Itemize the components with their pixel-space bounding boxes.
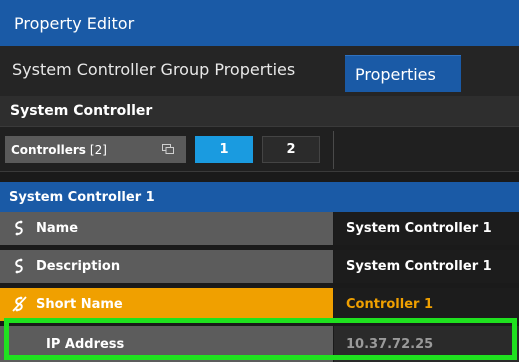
controllers-label[interactable]: Controllers [2] [5, 136, 186, 163]
property-value: 10.37.72.25 [334, 326, 519, 362]
property-row-description[interactable]: Description System Controller 1 [0, 250, 519, 284]
controller-2-button[interactable]: 2 [262, 136, 320, 163]
tab-group-properties[interactable]: System Controller Group Properties [0, 46, 345, 92]
property-label: Description [0, 250, 333, 283]
controllers-row: Controllers [2] 1 2 [0, 126, 519, 172]
property-label-text: Description [36, 259, 121, 274]
panel-title: Property Editor [14, 13, 135, 33]
property-row-name[interactable]: Name System Controller 1 [0, 212, 519, 246]
section-title-label: System Controller [10, 103, 153, 119]
property-value[interactable]: Controller 1 [334, 288, 519, 321]
property-row-ip-address[interactable]: IP Address 10.37.72.25 [0, 326, 519, 362]
property-editor-title: Property Editor [0, 0, 519, 46]
spacer [0, 172, 519, 182]
property-label: Name [0, 212, 333, 245]
property-row-short-name[interactable]: Short Name Controller 1 [0, 288, 519, 322]
row-separator [0, 245, 519, 249]
property-value[interactable]: System Controller 1 [334, 212, 519, 245]
property-label-text: IP Address [46, 336, 125, 352]
divider [333, 131, 334, 169]
link-icon[interactable] [10, 257, 28, 275]
row-separator [0, 283, 519, 287]
subsection-title-label: System Controller 1 [9, 189, 155, 205]
section-title: System Controller [0, 96, 519, 126]
property-value[interactable]: System Controller 1 [334, 250, 519, 283]
controllers-count: [2] [89, 142, 107, 157]
row-separator [0, 321, 519, 325]
subsection-title: System Controller 1 [0, 182, 519, 212]
controller-1-button[interactable]: 1 [195, 136, 253, 163]
property-label-text: Name [36, 221, 79, 236]
property-label: Short Name [0, 288, 333, 321]
tab-bar: System Controller Group Properties Prope… [0, 46, 519, 96]
controllers-label-text: Controllers [11, 142, 86, 157]
popout-icon[interactable] [162, 144, 174, 154]
property-label-text: Short Name [36, 297, 123, 312]
link-icon[interactable] [10, 219, 28, 237]
unlink-icon[interactable] [10, 295, 28, 313]
property-label: IP Address [0, 326, 333, 362]
tab-properties[interactable]: Properties [345, 55, 461, 92]
